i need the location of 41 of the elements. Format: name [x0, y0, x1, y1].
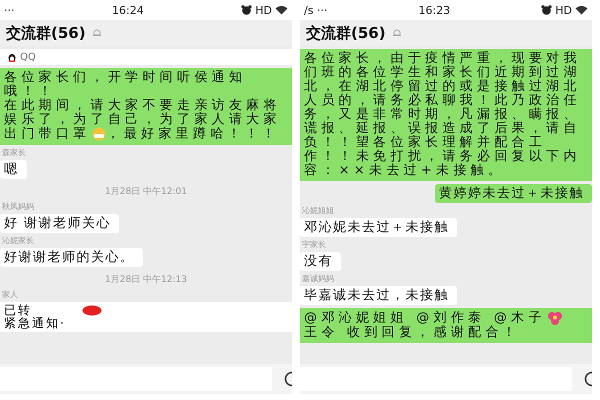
wifi-icon	[574, 5, 588, 15]
sender-name: 宇家长	[301, 240, 327, 249]
message-bubble: 邓沁妮未去过＋未接触	[300, 218, 457, 237]
message-bubble: 没有	[300, 252, 341, 271]
message-text: 各位家长们，开学时间听侯通知哦！！	[4, 71, 246, 99]
alarm-icon	[541, 5, 552, 15]
message-bubble: 黄婷婷未去过＋未接触	[435, 184, 592, 203]
message-text: @邓沁妮姐姐 @刘作泰 @木子	[304, 311, 588, 326]
timestamp: 1月28日 中午12:13	[105, 274, 187, 286]
bell-icon	[92, 28, 102, 38]
message-bubble: 好 谢谢老师关心	[0, 214, 120, 233]
sender-name: 沁妮姐姐	[301, 206, 335, 215]
status-time: 16:24	[112, 4, 144, 16]
bell-icon	[392, 28, 402, 38]
chat-title: 交流群(56)	[6, 24, 86, 42]
wifi-icon	[274, 5, 288, 15]
message-bubble: 毕嘉诚未去过，未接触	[300, 286, 457, 305]
oval-icon	[82, 304, 102, 316]
sender-name: 嘉诚妈妈	[301, 274, 335, 283]
alarm-icon	[241, 5, 252, 15]
message-text: 各位家长，由于疫情严重，现要对我们班的各位学生和家长们近期到过湖北，在湖北停留过的或是接触过湖北人员的，请务必私聊我！此乃政治任务，又是非常时期，凡漏报、瞒报、谎报、延报、误报造成了后果，请自负！！望各位家长理解并配合工作！！未免打扰，请务必回复以下内容：××未去过+未接触。	[304, 52, 582, 178]
sender-name: 森家长	[1, 148, 27, 157]
penguin-icon	[8, 52, 16, 62]
message-text: 王令 收到回复，感谢配合！	[304, 326, 522, 340]
network-label: HD	[555, 4, 572, 16]
sender-name: 沁妮家长	[1, 236, 35, 245]
chat-title: 交流群(56)	[306, 24, 386, 42]
network-label: HD	[255, 4, 272, 16]
message-bubble: 好谢谢老师的关心。	[0, 248, 142, 267]
timestamp: 1月28日 中午12:01	[105, 186, 187, 198]
flower-icon	[546, 311, 564, 325]
status-text: ···	[4, 4, 14, 16]
status-time: 16:23	[418, 4, 450, 16]
message-bubble: 已转 紧急通知·	[0, 302, 292, 332]
message-bubble: 嗯	[0, 160, 26, 179]
sender-name: 秋凤妈妈	[1, 202, 35, 211]
status-text: /s ···	[304, 4, 328, 16]
face-icon	[90, 127, 106, 141]
qq-label: QQ	[20, 52, 36, 62]
sender-name: 家人	[1, 290, 19, 299]
message-text: 在此期间，请大家不要走亲访友麻将娱乐了，为了自己，为了家人请大家出门带口罩 ，最好家里蹲哈！！！	[4, 99, 282, 142]
